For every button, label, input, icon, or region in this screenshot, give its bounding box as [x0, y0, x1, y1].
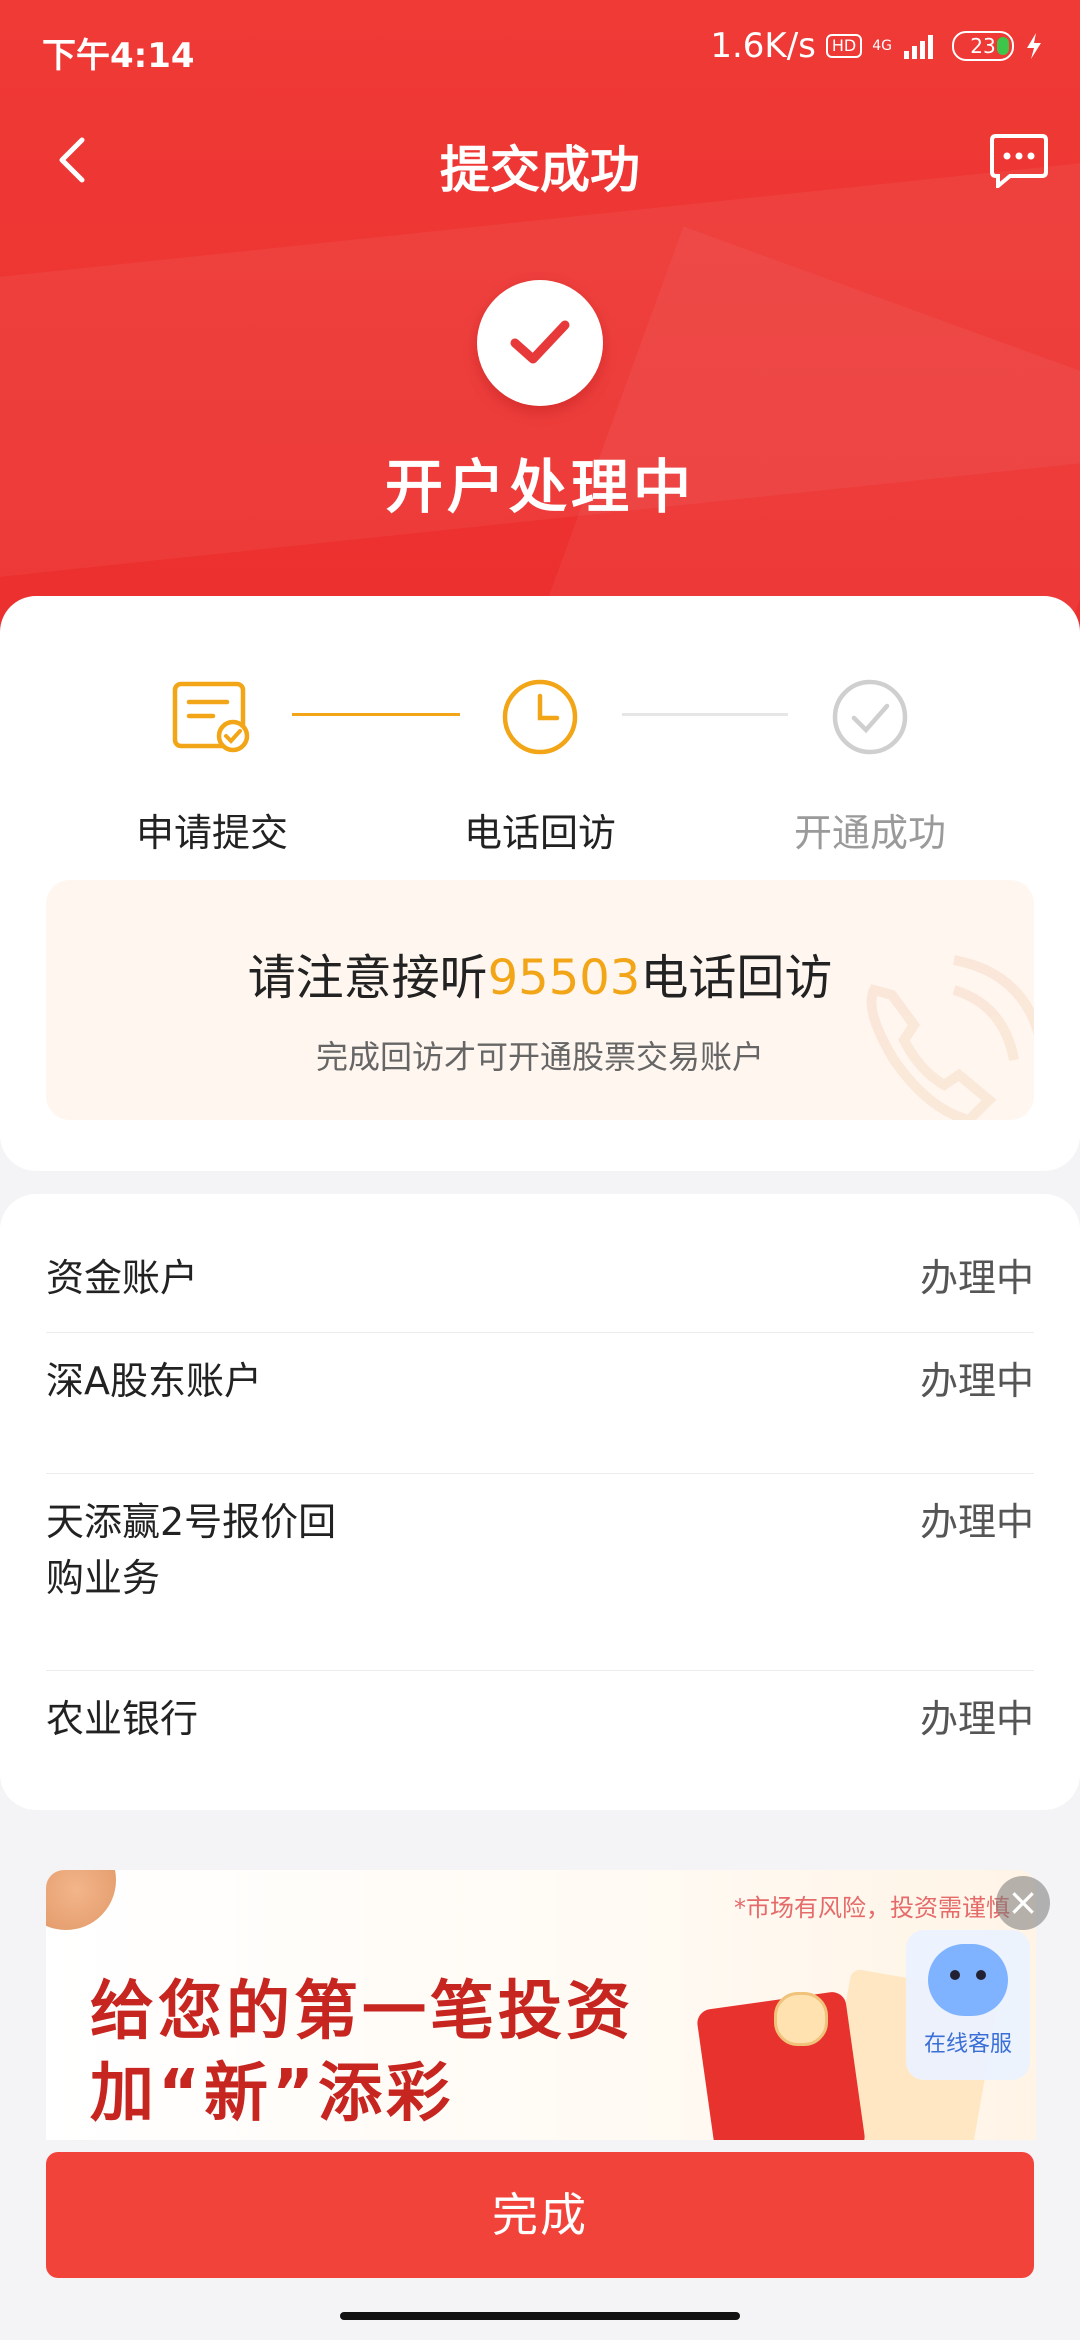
charging-icon [1027, 33, 1041, 59]
nav-bar: 提交成功 [0, 110, 1080, 220]
form-check-icon [172, 681, 250, 753]
hd-icon: HD [825, 34, 863, 58]
success-check-badge [477, 280, 603, 406]
notice-prefix: 请注意接听 [247, 950, 488, 1006]
network-type: 4G [872, 38, 892, 54]
promo-banner[interactable]: *市场有风险，投资需谨慎 给您的第一笔投资 加“新”添彩 [46, 1870, 1036, 2140]
battery-percent: 23 [970, 34, 996, 58]
account-name-line1: 天添赢2号报价回 [46, 1500, 337, 1544]
phone-watermark-icon [866, 955, 1034, 1120]
done-button[interactable]: 完成 [46, 2152, 1034, 2278]
step-label: 开通成功 [793, 811, 946, 855]
promo-headline-2: 加“新”添彩 [90, 2057, 455, 2131]
step-apply-submit: 申请提交 [62, 676, 362, 857]
message-icon[interactable] [988, 132, 1050, 188]
account-name: 资金账户 [46, 1256, 199, 1300]
account-status: 办理中 [919, 1256, 1034, 1300]
list-item: 资金账户 办理中 [46, 1224, 1034, 1333]
account-name: 深A股东账户 [46, 1359, 262, 1403]
battery-level [997, 37, 1009, 55]
clock-icon [502, 679, 578, 755]
step-phone-callback: 电话回访 [390, 676, 690, 857]
status-bar: 下午4:14 1.6K/s HD 4G 23 [0, 0, 1080, 96]
coin-image [774, 1992, 828, 2046]
network-speed: 1.6K/s [710, 26, 816, 66]
service-label: 在线客服 [923, 2032, 1012, 2057]
close-banner-button[interactable]: × [996, 1876, 1050, 1930]
robot-eye [976, 1970, 986, 1980]
home-indicator[interactable] [340, 2312, 740, 2320]
notice-suffix: 电话回访 [640, 950, 833, 1006]
list-item: 农业银行 办理中 [46, 1671, 1034, 1791]
robot-avatar-icon [928, 1944, 1008, 2016]
phone-number[interactable]: 95503 [488, 950, 641, 1006]
status-title: 开户处理中 [384, 453, 695, 521]
battery-icon: 23 [952, 31, 1014, 61]
list-item: 深A股东账户 办理中 [46, 1333, 1034, 1474]
callback-notice: 请注意接听95503电话回访 完成回访才可开通股票交易账户 [46, 880, 1034, 1120]
promo-headline-1: 给您的第一笔投资 [90, 1975, 634, 2049]
check-circle-icon [832, 679, 908, 755]
progress-card: 申请提交 电话回访 开通成功 请注意接听95503电话回访 完成回访才可开通股票… [0, 596, 1080, 1171]
page-title: 提交成功 [440, 141, 640, 199]
status-time: 下午4:14 [42, 36, 195, 76]
robot-eye [950, 1970, 960, 1980]
account-name: 农业银行 [46, 1697, 199, 1741]
step-label: 电话回访 [463, 811, 616, 855]
step-open-success: 开通成功 [720, 676, 1020, 857]
close-icon: × [1007, 1880, 1039, 1924]
account-name-line2: 购业务 [46, 1556, 161, 1600]
account-name: 天添赢2号报价回 购业务 [46, 1494, 336, 1606]
account-status-list: 资金账户 办理中 深A股东账户 办理中 天添赢2号报价回 购业务 办理中 农业银… [0, 1194, 1080, 1810]
account-status: 办理中 [919, 1500, 1034, 1544]
online-service-button[interactable]: 在线客服 [906, 1930, 1030, 2080]
decor-orb [46, 1870, 116, 1930]
step-label: 申请提交 [135, 811, 288, 855]
signal-icon [904, 35, 933, 59]
account-status: 办理中 [919, 1697, 1034, 1741]
risk-disclaimer: *市场有风险，投资需谨慎 [734, 1894, 1010, 1922]
list-item: 天添赢2号报价回 购业务 办理中 [46, 1474, 1034, 1671]
account-status: 办理中 [919, 1359, 1034, 1403]
checkmark-icon [510, 320, 570, 364]
